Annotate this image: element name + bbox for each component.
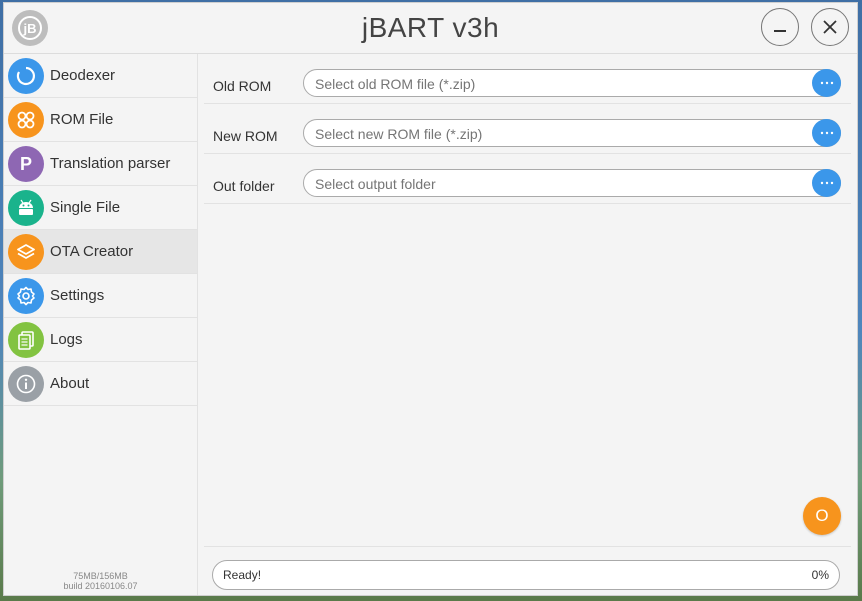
sidebar-item-single-file[interactable]: Single File <box>4 186 197 230</box>
status-bar: Ready! 0% <box>212 560 840 590</box>
old-rom-input[interactable] <box>313 75 807 93</box>
new-rom-input[interactable] <box>313 125 807 143</box>
more-dots-icon <box>820 81 833 85</box>
window-title: jBART v3h <box>361 12 500 43</box>
title-bar: jB jBART v3h <box>4 3 857 54</box>
sidebar-item-label: Logs <box>50 331 83 348</box>
main-panel: Old ROM New ROM Out folder <box>198 54 857 595</box>
out-folder-browse-button[interactable] <box>812 169 841 197</box>
sidebar-item-label: Single File <box>50 199 121 216</box>
minimize-button[interactable] <box>761 8 799 46</box>
more-dots-icon <box>820 181 833 185</box>
progress-percent: 0% <box>811 568 829 582</box>
app-window: jB jBART v3h Deodexer ROM File P Transla… <box>3 2 858 596</box>
sidebar-item-ota-creator[interactable]: OTA Creator <box>4 230 197 274</box>
out-folder-input[interactable] <box>313 175 807 193</box>
build-version: build 20160106.07 <box>63 581 138 591</box>
minimize-icon <box>774 30 786 32</box>
documents-icon <box>8 321 44 358</box>
sidebar-item-label: About <box>50 375 90 392</box>
start-button[interactable]: O <box>803 497 841 535</box>
sidebar-item-rom-file[interactable]: ROM File <box>4 98 197 142</box>
memory-info: 75MB/156MB build 20160106.07 <box>4 571 197 591</box>
sidebar-item-label: Settings <box>50 287 105 304</box>
close-icon <box>823 20 837 34</box>
old-rom-row: Old ROM <box>204 54 851 104</box>
p-letter-icon: P <box>8 145 44 182</box>
old-rom-label: Old ROM <box>213 78 272 94</box>
svg-text:P: P <box>20 154 32 174</box>
sidebar-item-logs[interactable]: Logs <box>4 318 197 362</box>
out-folder-label: Out folder <box>213 178 275 194</box>
memory-usage: 75MB/156MB <box>73 571 128 581</box>
layers-icon <box>8 233 44 270</box>
sidebar-item-label: ROM File <box>50 111 114 128</box>
info-icon <box>8 365 44 402</box>
sidebar-item-translation-parser[interactable]: P Translation parser <box>4 142 197 186</box>
sidebar-item-label: Deodexer <box>50 67 116 84</box>
sidebar-item-deodexer[interactable]: Deodexer <box>4 54 197 98</box>
out-folder-row: Out folder <box>204 154 851 204</box>
sidebar-item-about[interactable]: About <box>4 362 197 406</box>
new-rom-field-wrapper <box>303 119 841 147</box>
sidebar-item-settings[interactable]: Settings <box>4 274 197 318</box>
more-dots-icon <box>820 131 833 135</box>
status-text: Ready! <box>223 568 262 582</box>
close-button[interactable] <box>811 8 849 46</box>
sidebar-item-label: OTA Creator <box>50 243 134 260</box>
old-rom-field-wrapper <box>303 69 841 97</box>
new-rom-label: New ROM <box>213 128 278 144</box>
refresh-ring-icon <box>8 57 44 94</box>
sidebar: Deodexer ROM File P Translation parser S… <box>4 54 198 595</box>
android-icon <box>8 189 44 226</box>
status-divider <box>204 546 851 547</box>
old-rom-browse-button[interactable] <box>812 69 841 97</box>
out-folder-field-wrapper <box>303 169 841 197</box>
sidebar-item-label: Translation parser <box>50 155 171 172</box>
new-rom-browse-button[interactable] <box>812 119 841 147</box>
gear-icon <box>8 277 44 314</box>
grid-circles-icon <box>8 101 44 138</box>
new-rom-row: New ROM <box>204 104 851 154</box>
